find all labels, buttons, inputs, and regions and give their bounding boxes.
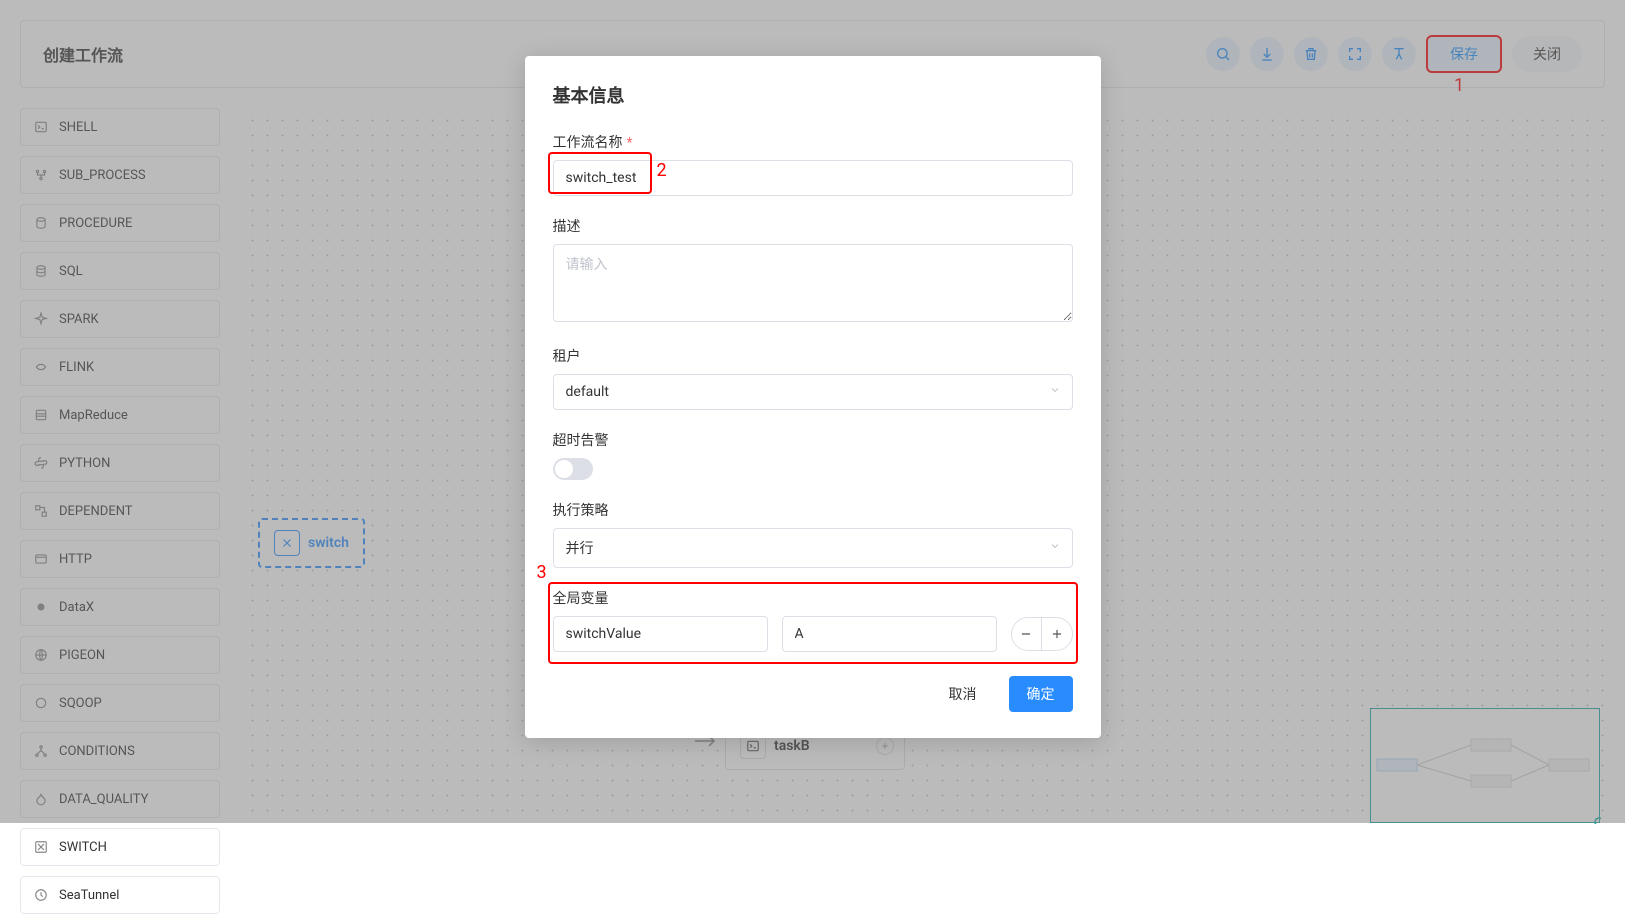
timeout-toggle[interactable] bbox=[553, 458, 593, 480]
annotation-2: 2 bbox=[657, 160, 667, 181]
global-key-input[interactable] bbox=[553, 616, 768, 652]
switch-icon bbox=[33, 839, 49, 855]
plus-icon bbox=[1050, 627, 1064, 641]
tenant-label: 租户 bbox=[553, 346, 581, 366]
seatunnel-icon bbox=[33, 887, 49, 903]
timeout-label: 超时告警 bbox=[553, 430, 609, 450]
required-asterisk: * bbox=[627, 135, 633, 151]
tenant-select[interactable]: default bbox=[553, 374, 1073, 410]
global-value-input[interactable] bbox=[782, 616, 997, 652]
workflow-name-label: 工作流名称 bbox=[553, 132, 623, 152]
description-label: 描述 bbox=[553, 216, 581, 236]
workflow-name-input[interactable] bbox=[553, 160, 1073, 196]
tenant-group: 租户 default bbox=[553, 346, 1073, 410]
globals-row bbox=[553, 616, 1073, 652]
sidebar-item-label: SWITCH bbox=[59, 840, 107, 855]
modal-title: 基本信息 bbox=[553, 82, 1073, 108]
sidebar-item-switch[interactable]: SWITCH bbox=[20, 828, 220, 866]
remove-global-button[interactable] bbox=[1012, 618, 1042, 650]
timeout-group: 超时告警 bbox=[553, 430, 1073, 480]
annotation-3: 3 bbox=[537, 562, 547, 583]
minus-icon bbox=[1019, 627, 1033, 641]
description-group: 描述 bbox=[553, 216, 1073, 326]
description-textarea[interactable] bbox=[553, 244, 1073, 322]
strategy-select-value: 并行 bbox=[553, 528, 1073, 568]
modal-footer: 取消 确定 bbox=[553, 676, 1073, 712]
globals-group: 全局变量 bbox=[553, 588, 1073, 652]
add-global-button[interactable] bbox=[1041, 618, 1071, 650]
sidebar-item-seatunnel[interactable]: SeaTunnel bbox=[20, 876, 220, 914]
globals-pm-group bbox=[1011, 617, 1073, 651]
globals-label: 全局变量 bbox=[553, 588, 609, 608]
strategy-group: 执行策略 并行 3 bbox=[553, 500, 1073, 568]
confirm-button[interactable]: 确定 bbox=[1009, 676, 1073, 712]
basic-info-modal: 基本信息 工作流名称* 2 描述 租户 default 超时告警 执行策略 并行 bbox=[525, 56, 1101, 738]
workflow-name-group: 工作流名称* 2 bbox=[553, 132, 1073, 196]
cancel-button[interactable]: 取消 bbox=[931, 676, 995, 712]
sidebar-item-label: SeaTunnel bbox=[59, 888, 119, 903]
tenant-select-value: default bbox=[553, 374, 1073, 410]
strategy-select[interactable]: 并行 bbox=[553, 528, 1073, 568]
modal-overlay[interactable]: 基本信息 工作流名称* 2 描述 租户 default 超时告警 执行策略 并行 bbox=[0, 0, 1625, 823]
toggle-knob bbox=[555, 460, 573, 478]
strategy-label: 执行策略 bbox=[553, 500, 609, 520]
